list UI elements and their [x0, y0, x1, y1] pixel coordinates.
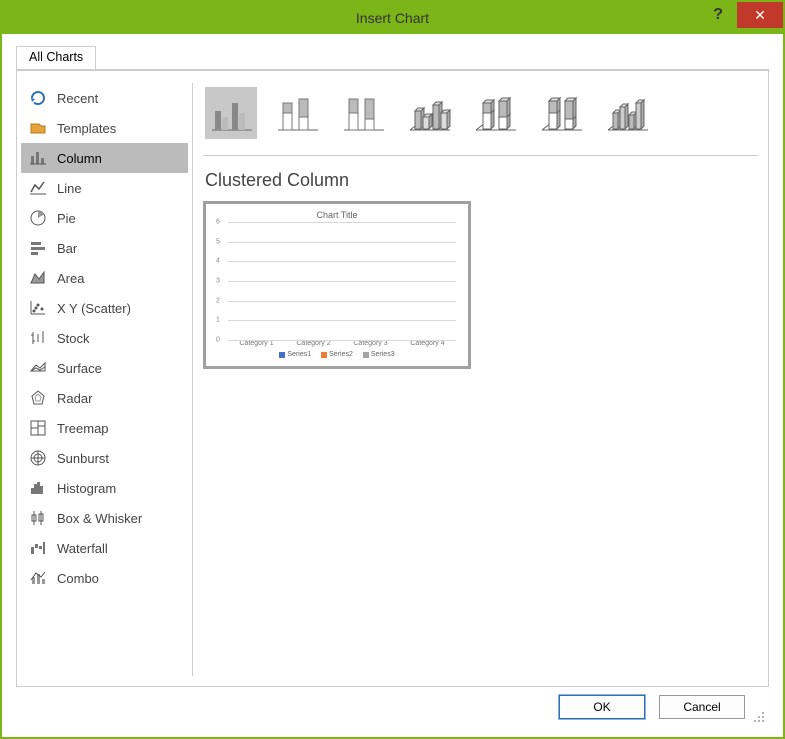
3d-100-stacked-column-icon — [539, 93, 583, 133]
stock-icon — [29, 329, 47, 347]
line-icon — [29, 179, 47, 197]
recent-icon — [29, 89, 47, 107]
dialog-footer: OK Cancel — [16, 687, 769, 727]
cancel-button[interactable]: Cancel — [659, 695, 745, 719]
content-panel: Recent Templates Column Line Pie Bar Area X Y (… — [16, 70, 769, 687]
subtype-3d-stacked-column[interactable] — [469, 87, 521, 139]
dialog-body: All Charts Recent Templates Column Line Pie B… — [2, 34, 783, 737]
3d-stacked-column-icon — [473, 93, 517, 133]
3d-clustered-column-icon — [407, 93, 451, 133]
chart-subtype-heading: Clustered Column — [205, 170, 758, 191]
templates-icon — [29, 119, 47, 137]
preview-category-label: Category 2 — [296, 340, 330, 347]
combo-icon — [29, 569, 47, 587]
subtype-stacked-column[interactable] — [271, 87, 323, 139]
category-treemap[interactable]: Treemap — [21, 413, 188, 443]
subtype-3d-column[interactable] — [601, 87, 653, 139]
category-label: Sunburst — [57, 451, 109, 466]
histogram-icon — [29, 479, 47, 497]
subtype-3d-100-stacked-column[interactable] — [535, 87, 587, 139]
category-label: X Y (Scatter) — [57, 301, 131, 316]
resize-grip-icon[interactable] — [753, 711, 765, 723]
category-sunburst[interactable]: Sunburst — [21, 443, 188, 473]
category-bar[interactable]: Bar — [21, 233, 188, 263]
subtype-3d-clustered-column[interactable] — [403, 87, 455, 139]
category-scatter[interactable]: X Y (Scatter) — [21, 293, 188, 323]
pie-icon — [29, 209, 47, 227]
titlebar: Insert Chart ? ✕ — [2, 2, 783, 34]
window-title: Insert Chart — [2, 10, 783, 26]
close-button[interactable]: ✕ — [737, 2, 783, 28]
chart-subtype-row — [203, 83, 758, 156]
preview-legend-item: Series2 — [321, 351, 353, 358]
preview-category-label: Category 1 — [239, 340, 273, 347]
scatter-icon — [29, 299, 47, 317]
category-radar[interactable]: Radar — [21, 383, 188, 413]
preview-plot-area: 0123456 — [214, 222, 460, 340]
category-label: Surface — [57, 361, 102, 376]
help-button[interactable]: ? — [713, 6, 723, 24]
radar-icon — [29, 389, 47, 407]
category-label: Bar — [57, 241, 77, 256]
category-label: Combo — [57, 571, 99, 586]
category-line[interactable]: Line — [21, 173, 188, 203]
legend-swatch-icon — [321, 352, 327, 358]
treemap-icon — [29, 419, 47, 437]
category-boxwhisker[interactable]: Box & Whisker — [21, 503, 188, 533]
category-label: Line — [57, 181, 82, 196]
preview-category-label: Category 3 — [353, 340, 387, 347]
chart-category-sidebar: Recent Templates Column Line Pie Bar Area X Y (… — [21, 83, 193, 676]
preview-legend-item: Series3 — [363, 351, 395, 358]
category-label: Waterfall — [57, 541, 108, 556]
insert-chart-dialog: Insert Chart ? ✕ All Charts Recent Templa… — [0, 0, 785, 739]
category-label: Radar — [57, 391, 92, 406]
area-icon — [29, 269, 47, 287]
clustered-column-icon — [209, 93, 253, 133]
preview-category-label: Category 4 — [410, 340, 444, 347]
legend-text: Series2 — [329, 351, 353, 358]
category-templates[interactable]: Templates — [21, 113, 188, 143]
legend-text: Series1 — [287, 351, 311, 358]
category-label: Recent — [57, 91, 98, 106]
category-label: Histogram — [57, 481, 116, 496]
category-label: Area — [57, 271, 84, 286]
stacked-column-icon — [275, 93, 319, 133]
category-label: Stock — [57, 331, 90, 346]
subtype-100-stacked-column[interactable] — [337, 87, 389, 139]
category-pie[interactable]: Pie — [21, 203, 188, 233]
preview-chart-title: Chart Title — [214, 210, 460, 220]
category-label: Pie — [57, 211, 76, 226]
sunburst-icon — [29, 449, 47, 467]
category-label: Box & Whisker — [57, 511, 142, 526]
tab-all-charts[interactable]: All Charts — [16, 46, 96, 69]
ok-button[interactable]: OK — [559, 695, 645, 719]
category-histogram[interactable]: Histogram — [21, 473, 188, 503]
category-surface[interactable]: Surface — [21, 353, 188, 383]
legend-swatch-icon — [279, 352, 285, 358]
category-column[interactable]: Column — [21, 143, 188, 173]
close-icon: ✕ — [754, 7, 766, 24]
bar-icon — [29, 239, 47, 257]
legend-text: Series3 — [371, 351, 395, 358]
legend-swatch-icon — [363, 352, 369, 358]
category-label: Templates — [57, 121, 116, 136]
category-label: Treemap — [57, 421, 109, 436]
category-stock[interactable]: Stock — [21, 323, 188, 353]
chart-main-area: Clustered Column Chart Title 0123456 Cat… — [203, 83, 758, 676]
100-stacked-column-icon — [341, 93, 385, 133]
surface-icon — [29, 359, 47, 377]
category-combo[interactable]: Combo — [21, 563, 188, 593]
tab-strip: All Charts — [16, 46, 769, 70]
3d-column-icon — [605, 93, 649, 133]
subtype-clustered-column[interactable] — [205, 87, 257, 139]
category-area[interactable]: Area — [21, 263, 188, 293]
waterfall-icon — [29, 539, 47, 557]
column-icon — [29, 149, 47, 167]
category-recent[interactable]: Recent — [21, 83, 188, 113]
preview-legend-item: Series1 — [279, 351, 311, 358]
boxwhisker-icon — [29, 509, 47, 527]
category-waterfall[interactable]: Waterfall — [21, 533, 188, 563]
chart-preview[interactable]: Chart Title 0123456 Category 1 Category 2… — [203, 201, 471, 369]
category-label: Column — [57, 151, 102, 166]
